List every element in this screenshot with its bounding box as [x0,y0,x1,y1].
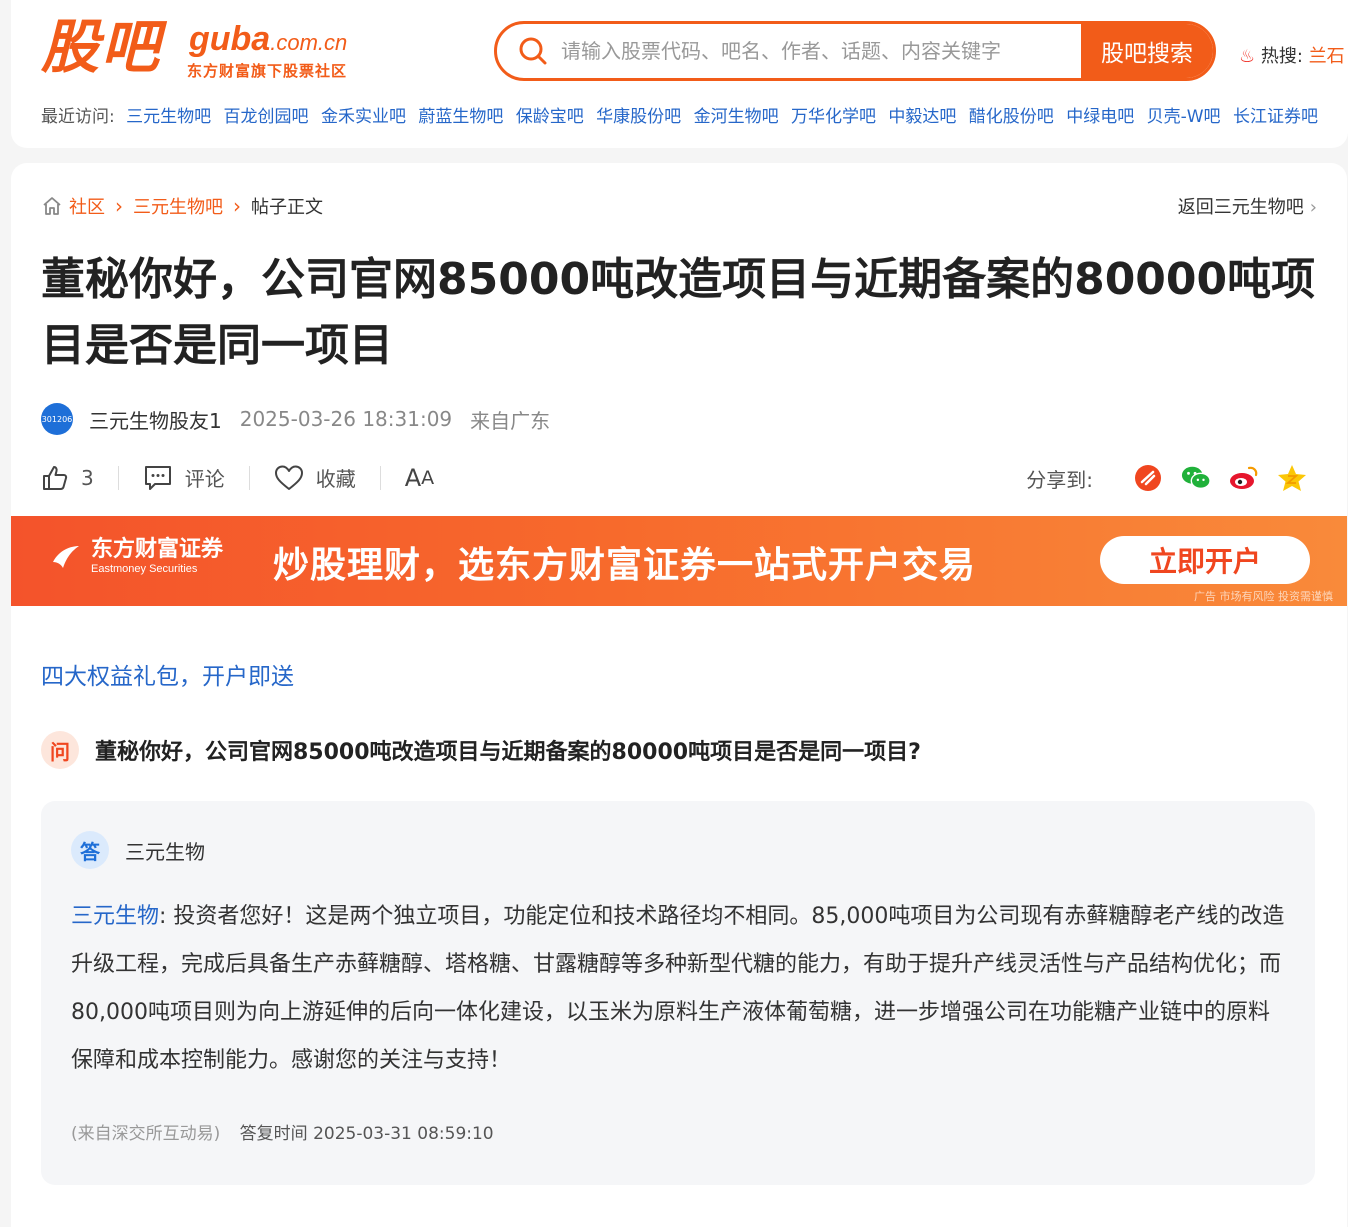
share-wechat[interactable] [1181,463,1211,493]
share-weibo[interactable] [1229,463,1259,493]
back-to-bar-link[interactable]: 返回三元生物吧 › [1178,193,1317,219]
recent-item[interactable]: 贝壳-W吧 [1147,107,1221,127]
question-badge: 问 [41,731,79,769]
divider [248,465,250,490]
avatar[interactable]: 301206 [41,403,73,435]
guba-share-icon [1135,465,1161,491]
open-account-button[interactable]: 立即开户 [1100,536,1310,584]
banner-disclaimer: 广告 市场有风险 投资需谨慎 [1194,590,1333,603]
favorite-button[interactable]: 收藏 [274,463,356,492]
post-title: 董秘你好，公司官网85000吨改造项目与近期备案的80000吨项目是否是同一项目 [41,254,1316,371]
share-bar: 分享到: [1026,463,1307,493]
recent-item[interactable]: 万华化学吧 [791,107,876,127]
hot-search-label: 热搜: [1260,46,1303,67]
post-actions: 3 评论 收藏 AA [41,463,434,492]
answer-text: 三元生物: 投资者您好！这是两个独立项目，功能定位和技术路径均不相同。85,00… [71,893,1289,1085]
search-icon [519,37,547,65]
like-count: 3 [81,465,94,490]
recent-item[interactable]: 三元生物吧 [126,107,211,127]
breadcrumb-current: 帖子正文 [251,197,323,218]
divider [379,465,381,490]
comment-button[interactable]: 评论 [143,463,225,492]
answer-content: : 投资者您好！这是两个独立项目，功能定位和技术路径均不相同。85,000吨项目… [71,904,1285,1073]
post-card: 社区 › 三元生物吧 › 帖子正文 返回三元生物吧 › 董秘你好，公司官网8500… [11,163,1347,1227]
comment-label: 评论 [184,467,225,491]
divider [117,465,119,490]
recent-item[interactable]: 华康股份吧 [596,107,681,127]
recent-item[interactable]: 中毅达吧 [888,107,956,127]
answer-company-link[interactable]: 三元生物 [71,904,159,929]
recent-visits-label: 最近访问: [41,107,115,127]
font-size-big: A [404,463,422,492]
recent-item[interactable]: 百龙创园吧 [224,107,309,127]
search-button[interactable]: 股吧搜索 [1081,24,1213,78]
hot-search-link[interactable]: 兰石 [1309,46,1345,67]
answer-footer: (来自深交所互动易) 答复时间 2025-03-31 08:59:10 [71,1119,494,1144]
recent-item[interactable]: 保龄宝吧 [516,107,584,127]
chevron-right-icon: › [1309,197,1317,218]
share-guba[interactable] [1133,463,1163,493]
breadcrumb: 社区 › 三元生物吧 › 帖子正文 [41,193,323,219]
eastmoney-logo-icon [53,546,79,568]
home-icon [43,197,61,215]
logo-subtitle: 东方财富旗下股票社区 [187,62,348,80]
eastmoney-securities-logo: 东方财富证券 Eastmoney Securities [49,538,223,576]
logo-text-cn: 股吧 [41,13,162,81]
post-location: 来自广东 [470,408,551,433]
author-info: 301206 三元生物股友1 2025-03-26 18:31:09 来自广东 [41,403,550,435]
question: 问 董秘你好，公司官网85000吨改造项目与近期备案的80000吨项目是否是同一… [41,731,921,769]
answer-header: 答 三元生物 [71,831,205,869]
recent-item[interactable]: 醋化股份吧 [969,107,1054,127]
chevron-right-icon: › [115,194,123,218]
hot-search: ♨ 热搜: 兰石 [1239,42,1345,68]
logo-guba: guba [189,20,271,58]
like-button[interactable]: 3 [41,464,94,492]
ad-banner[interactable]: 东方财富证券 Eastmoney Securities 炒股理财，选东方财富证券… [11,516,1347,606]
weibo-icon [1230,466,1258,489]
recent-item[interactable]: 中绿电吧 [1066,107,1134,127]
recent-item[interactable]: 金河生物吧 [694,107,779,127]
recent-visits: 最近访问: 三元生物吧 百龙创园吧 金禾实业吧 蔚蓝生物吧 保龄宝吧 华康股份吧… [41,102,1325,127]
logo-text-en: guba.com.cn [189,20,347,59]
breadcrumb-community[interactable]: 社区 [69,193,105,219]
recent-item[interactable]: 长江证券吧 [1233,107,1318,127]
comment-icon [144,465,171,490]
recent-item[interactable]: 金禾实业吧 [321,107,406,127]
author-name[interactable]: 三元生物股友1 [89,405,222,434]
answer-box: 答 三元生物 三元生物: 投资者您好！这是两个独立项目，功能定位和技术路径均不相… [41,801,1315,1185]
favorite-label: 收藏 [315,467,356,491]
thumbs-up-icon [43,465,68,490]
share-qzone[interactable] [1277,463,1307,493]
font-size-small: A [421,466,435,489]
post-time: 2025-03-26 18:31:09 [239,407,453,431]
question-text: 董秘你好，公司官网85000吨改造项目与近期备案的80000吨项目是否是同一项目… [95,740,921,765]
guba-logo[interactable]: 股吧 guba.com.cn 东方财富旗下股票社区 [41,13,347,81]
search-input[interactable] [561,24,1081,78]
answer-source: (来自深交所互动易) [71,1124,221,1144]
recent-item[interactable]: 蔚蓝生物吧 [418,107,503,127]
banner-brand-en: Eastmoney Securities [91,563,198,575]
answerer-name: 三元生物 [125,839,205,864]
answer-time: 答复时间 2025-03-31 08:59:10 [239,1124,494,1144]
banner-brand-cn: 东方财富证券 [91,537,224,562]
heart-icon [274,465,303,490]
site-header: 股吧 guba.com.cn 东方财富旗下股票社区 股吧搜索 ♨ 热搜: 兰石 … [11,0,1348,148]
share-label: 分享到: [1026,467,1093,492]
wechat-icon [1181,466,1211,490]
qzone-star-icon [1278,465,1306,491]
search-box: 股吧搜索 [494,21,1216,81]
answer-badge: 答 [71,831,109,869]
chevron-right-icon: › [233,194,241,218]
logo-domain: .com.cn [270,30,348,55]
promo-link[interactable]: 四大权益礼包，开户即送 [41,657,294,691]
font-size-button[interactable]: AA [405,464,434,492]
breadcrumb-bar[interactable]: 三元生物吧 [133,193,223,219]
banner-slogan: 炒股理财，选东方财富证券一站式开户交易 [273,545,977,586]
fire-icon: ♨ [1239,46,1256,67]
back-to-bar-label: 返回三元生物吧 [1177,197,1304,218]
